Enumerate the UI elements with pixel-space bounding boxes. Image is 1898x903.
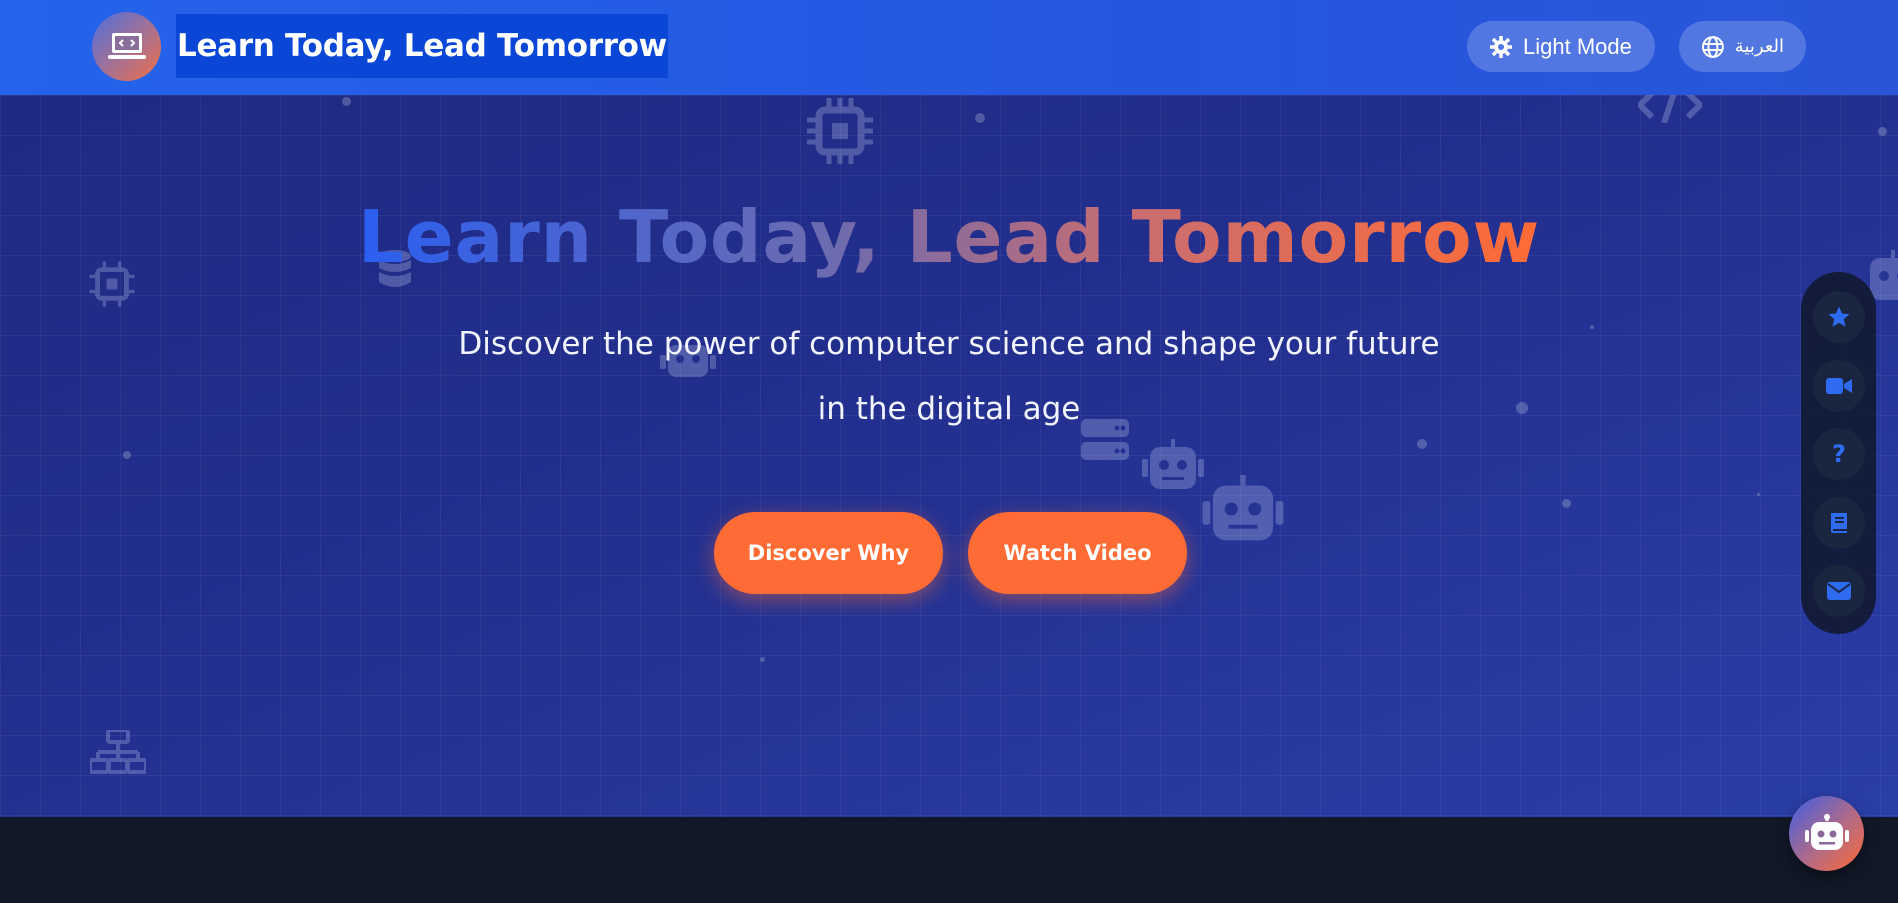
globe-icon [1701,35,1724,58]
robot-icon [1142,439,1204,489]
hero-subtitle: Discover the power of computer science a… [458,326,1440,427]
theme-toggle-button[interactable]: Light Mode [1467,21,1655,72]
discover-why-button[interactable]: Discover Why [714,512,943,594]
code-icon [1638,95,1702,123]
gear-icon [1490,35,1512,58]
decor-dot [1878,127,1887,136]
decor-dot [1590,325,1594,329]
hero-title: Learn Today, Lead Tomorrow [0,195,1898,279]
watch-video-button[interactable]: Watch Video [968,512,1187,594]
side-dock: ? [1801,272,1876,634]
book-icon [1831,513,1847,533]
laptop-code-icon [107,32,146,59]
decor-dot [975,113,985,123]
footer-bar [0,817,1898,903]
decor-dot [123,451,131,459]
decor-dot [1562,499,1571,508]
decor-dot [1757,493,1760,496]
hero-section: Learn Today, Lead Tomorrow Discover the … [0,95,1898,817]
theme-toggle-label: Light Mode [1523,33,1632,59]
decor-dot [342,97,351,106]
dock-help-button[interactable]: ? [1813,428,1865,480]
site-header: Learn Today, Lead Tomorrow Light Mode ال… [0,0,1898,95]
language-toggle-label: العربية [1734,36,1784,56]
question-icon: ? [1832,440,1846,468]
envelope-icon [1827,582,1851,600]
network-icon [90,730,146,774]
robot-icon [1202,475,1284,541]
chatbot-button[interactable] [1789,796,1864,871]
logo[interactable] [92,12,161,81]
brand-title[interactable]: Learn Today, Lead Tomorrow [176,14,669,78]
hero-title-text: Learn Today, Lead Tomorrow [357,195,1541,279]
dock-book-button[interactable] [1813,497,1865,549]
robot-icon [1804,813,1849,850]
dock-star-button[interactable] [1813,291,1865,343]
dock-video-button[interactable] [1813,360,1865,412]
star-icon [1828,306,1850,327]
language-toggle-button[interactable]: العربية [1679,21,1806,72]
decor-dot [1516,402,1528,414]
decor-dot [760,657,765,662]
video-icon [1826,378,1852,394]
dock-mail-button[interactable] [1813,565,1865,617]
chip-icon [807,98,873,164]
